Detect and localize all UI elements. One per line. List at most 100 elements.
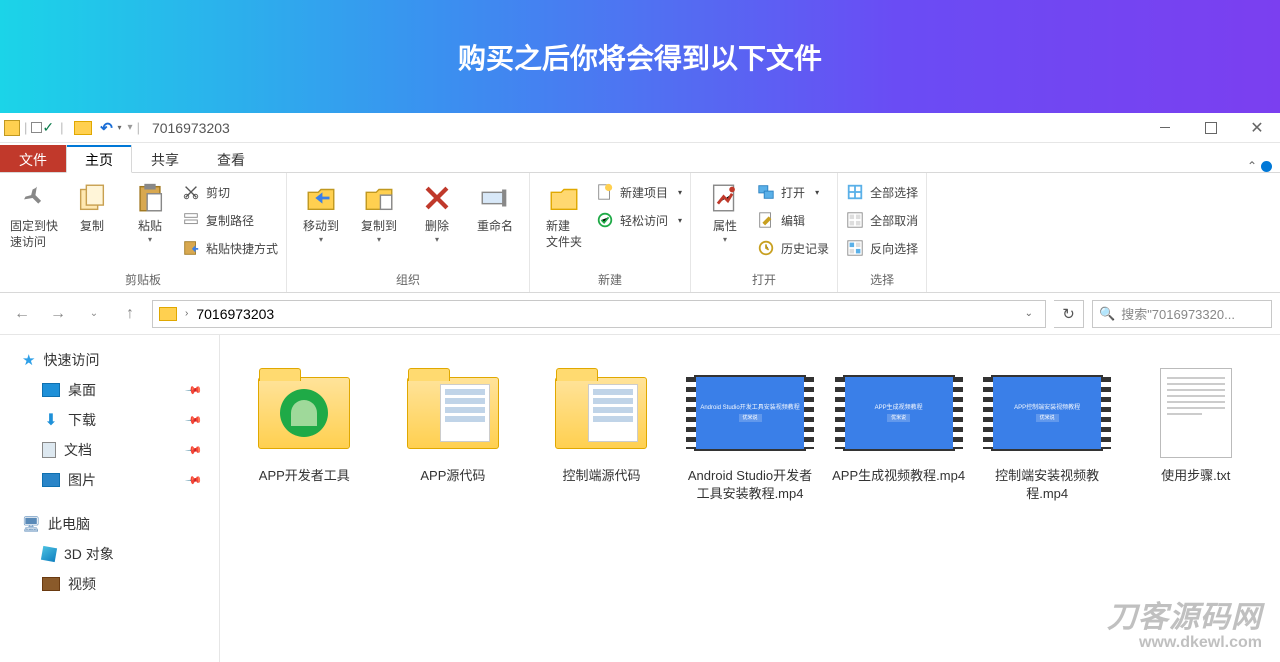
rename-button[interactable]: 重命名 bbox=[469, 175, 521, 235]
back-button[interactable]: ← bbox=[8, 300, 36, 328]
delete-button[interactable]: 删除▾ bbox=[411, 175, 463, 245]
pin-quickaccess-button[interactable]: 固定到快 速访问 bbox=[8, 175, 60, 250]
properties-button[interactable]: 属性▾ bbox=[699, 175, 751, 245]
history-button[interactable]: 历史记录 bbox=[757, 237, 829, 259]
easyaccess-icon bbox=[596, 211, 614, 229]
edit-button[interactable]: 编辑 bbox=[757, 209, 829, 231]
file-item[interactable]: 控制端源代码 bbox=[533, 359, 670, 638]
picture-icon bbox=[42, 472, 60, 488]
address-field[interactable]: › 7016973203 ⌄ bbox=[152, 300, 1046, 328]
nav-videos[interactable]: 视频 bbox=[0, 569, 219, 599]
video-thumb: APP控制端安装视频教程优米说 bbox=[991, 375, 1103, 451]
newfolder-button[interactable]: 新建 文件夹 bbox=[538, 175, 590, 250]
easyaccess-button[interactable]: 轻松访问 ▾ bbox=[596, 209, 682, 231]
video-thumb: APP生成视频教程优米说 bbox=[843, 375, 955, 451]
search-input[interactable]: 🔍 搜索"7016973320... bbox=[1092, 300, 1272, 328]
scissors-icon bbox=[182, 183, 200, 201]
file-item[interactable]: APP源代码 bbox=[385, 359, 522, 638]
video-icon bbox=[42, 576, 60, 592]
group-label: 剪贴板 bbox=[8, 269, 278, 292]
selectnone-icon bbox=[846, 211, 864, 229]
file-item[interactable]: APP开发者工具 bbox=[236, 359, 373, 638]
desktop-icon bbox=[42, 382, 60, 398]
forward-button[interactable]: → bbox=[44, 300, 72, 328]
nav-pictures[interactable]: 图片📌 bbox=[0, 465, 219, 495]
file-name: 使用步骤.txt bbox=[1127, 467, 1264, 485]
file-item[interactable]: APP控制端安装视频教程优米说 控制端安装视频教程.mp4 bbox=[979, 359, 1116, 638]
document-icon bbox=[42, 442, 56, 458]
nav-3dobjects[interactable]: 3D 对象 bbox=[0, 539, 219, 569]
up-button[interactable]: ↑ bbox=[116, 300, 144, 328]
chevron-right-icon: › bbox=[185, 308, 188, 319]
path-segment[interactable]: 7016973203 bbox=[196, 306, 274, 322]
window-controls: ✕ bbox=[1142, 113, 1280, 143]
obj3d-icon bbox=[41, 546, 57, 562]
file-item[interactable]: APP生成视频教程优米说 APP生成视频教程.mp4 bbox=[830, 359, 967, 638]
pin-icon: 📌 bbox=[185, 381, 204, 400]
qat-checkbox-icon[interactable] bbox=[31, 122, 42, 133]
undo-button[interactable]: ↶ bbox=[98, 119, 116, 137]
group-organize: 移动到▾ 复制到▾ 删除▾ 重命名 组织 bbox=[287, 173, 530, 292]
android-icon bbox=[280, 389, 328, 437]
pasteshortcut-button[interactable]: 粘贴快捷方式 bbox=[182, 237, 278, 259]
group-new: 新建 文件夹 新建项目 ▾ 轻松访问 ▾ 新建 bbox=[530, 173, 691, 292]
undo-dropdown[interactable]: ▾ bbox=[118, 123, 122, 132]
address-dropdown[interactable]: ⌄ bbox=[1019, 308, 1039, 319]
ribbon-expand[interactable]: ⌃ bbox=[1247, 159, 1280, 173]
nav-downloads[interactable]: ⬇下载📌 bbox=[0, 405, 219, 435]
ribbon-tabs: 文件 主页 共享 查看 ⌃ bbox=[0, 143, 1280, 173]
search-placeholder: 搜索"7016973320... bbox=[1121, 304, 1235, 323]
promo-banner: 购买之后你将会得到以下文件 bbox=[0, 0, 1280, 113]
selectall-button[interactable]: 全部选择 bbox=[846, 181, 918, 203]
nav-thispc[interactable]: 🖥此电脑 bbox=[0, 509, 219, 539]
moveto-icon bbox=[304, 181, 338, 215]
window-title: 7016973203 bbox=[152, 120, 230, 136]
nav-documents[interactable]: 文档📌 bbox=[0, 435, 219, 465]
refresh-button[interactable]: ↻ bbox=[1054, 300, 1084, 328]
maximize-button[interactable] bbox=[1188, 113, 1234, 143]
pc-icon: 🖥 bbox=[22, 516, 40, 532]
folder-icon bbox=[159, 307, 177, 321]
qat-folder-icon[interactable] bbox=[74, 121, 92, 135]
nav-pane: ★快速访问 桌面📌 ⬇下载📌 文档📌 图片📌 🖥此电脑 3D 对象 视频 bbox=[0, 335, 220, 662]
group-label: 组织 bbox=[295, 269, 521, 292]
separator: | bbox=[60, 120, 63, 135]
file-item[interactable]: Android Studio开发工具安装视频教程优米说 Android Stud… bbox=[682, 359, 819, 638]
copy-button[interactable]: 复制 bbox=[66, 175, 118, 235]
watermark-url: www.dkewl.com bbox=[1107, 634, 1262, 652]
txt-thumb bbox=[1160, 368, 1232, 458]
group-label: 新建 bbox=[538, 269, 682, 292]
path-icon bbox=[182, 211, 200, 229]
cut-button[interactable]: 剪切 bbox=[182, 181, 278, 203]
properties-icon bbox=[708, 181, 742, 215]
pin-icon: 📌 bbox=[185, 441, 204, 460]
newitem-button[interactable]: 新建项目 ▾ bbox=[596, 181, 682, 203]
nav-desktop[interactable]: 桌面📌 bbox=[0, 375, 219, 405]
newitem-icon bbox=[596, 183, 614, 201]
close-button[interactable]: ✕ bbox=[1234, 113, 1280, 143]
file-name: APP开发者工具 bbox=[236, 467, 373, 485]
copypath-button[interactable]: 复制路径 bbox=[182, 209, 278, 231]
separator: | bbox=[137, 120, 140, 135]
open-button[interactable]: 打开 ▾ bbox=[757, 181, 829, 203]
invert-button[interactable]: 反向选择 bbox=[846, 237, 918, 259]
file-item[interactable]: 使用步骤.txt bbox=[1127, 359, 1264, 638]
selectnone-button[interactable]: 全部取消 bbox=[846, 209, 918, 231]
ribbon: 固定到快 速访问 复制 粘贴▾ 剪切 复制路径 粘贴快捷方式 剪贴板 移动到▾ … bbox=[0, 173, 1280, 293]
banner-title: 购买之后你将会得到以下文件 bbox=[458, 37, 822, 77]
nav-quickaccess[interactable]: ★快速访问 bbox=[0, 345, 219, 375]
qat-customize[interactable]: ▾ bbox=[128, 122, 133, 133]
pin-icon bbox=[17, 181, 51, 215]
window-titlebar: | ✓ | ↶ ▾ ▾ | 7016973203 ✕ bbox=[0, 113, 1280, 143]
tab-file[interactable]: 文件 bbox=[0, 145, 66, 173]
group-open: 属性▾ 打开 ▾ 编辑 历史记录 打开 bbox=[691, 173, 838, 292]
moveto-button[interactable]: 移动到▾ bbox=[295, 175, 347, 245]
tab-share[interactable]: 共享 bbox=[132, 145, 198, 173]
recent-button[interactable]: ⌄ bbox=[80, 300, 108, 328]
copyto-button[interactable]: 复制到▾ bbox=[353, 175, 405, 245]
paste-button[interactable]: 粘贴▾ bbox=[124, 175, 176, 245]
tab-home[interactable]: 主页 bbox=[66, 145, 132, 173]
tab-view[interactable]: 查看 bbox=[198, 145, 264, 173]
history-icon bbox=[757, 239, 775, 257]
minimize-button[interactable] bbox=[1142, 113, 1188, 143]
